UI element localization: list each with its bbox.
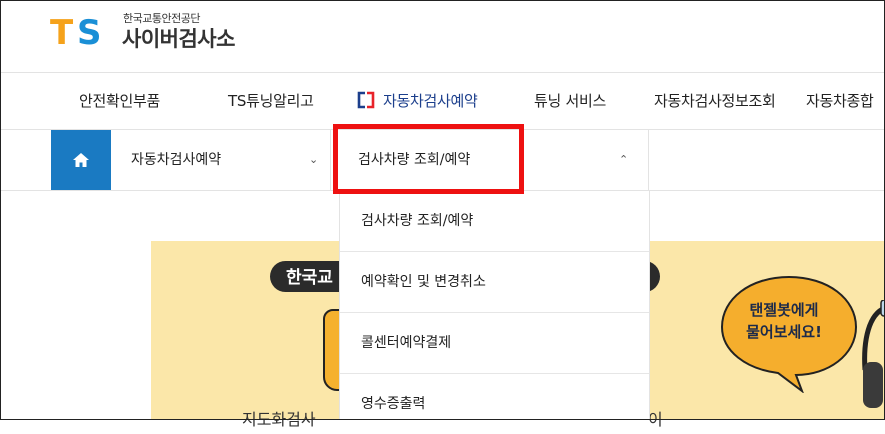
banner-bottom-text: 지도화검사 — [242, 410, 316, 429]
dropdown-item-receipt-print[interactable]: 영수증출력 — [340, 374, 649, 434]
bubble-line-2: 물어보세요! — [746, 323, 822, 341]
dropdown-item-label: 콜센터예약결제 — [361, 335, 452, 351]
gnb-label: 자동차종합 — [806, 92, 874, 110]
breadcrumb-dropdown-menu: 검사차량 조회/예약 예약확인 및 변경취소 콜센터예약결제 영수증출력 — [339, 191, 650, 420]
gnb-item-inspection-reservation[interactable]: 자동차검사예약 — [357, 73, 478, 129]
chatbot-headset-icon — [862, 300, 885, 408]
chevron-down-icon: ⌄ — [309, 153, 319, 166]
dropdown-item-vehicle-lookup[interactable]: 검사차량 조회/예약 — [340, 191, 649, 252]
gnb-item-tuning-service[interactable]: 튜닝 서비스 — [534, 73, 606, 129]
dropdown-item-reservation-change[interactable]: 예약확인 및 변경취소 — [340, 252, 649, 313]
gnb-item-inspection-info[interactable]: 자동차검사정보조회 — [654, 73, 776, 129]
site-name[interactable]: 사이버검사소 — [122, 23, 235, 53]
breadcrumb: 자동차검사예약 ⌄ 검사차량 조회/예약 ⌃ — [0, 130, 885, 191]
dropdown-item-label: 검사차량 조회/예약 — [361, 213, 474, 229]
dropdown-item-label: 예약확인 및 변경취소 — [361, 274, 486, 290]
ts-logo-icon[interactable]: T S — [50, 14, 108, 48]
dropdown-item-callcenter-payment[interactable]: 콜센터예약결제 — [340, 313, 649, 374]
breadcrumb-level1-select[interactable]: 자동차검사예약 ⌄ — [111, 130, 331, 190]
gnb-label: TS튜닝알리고 — [228, 92, 314, 110]
gnb-label: 자동차검사예약 — [383, 92, 478, 110]
global-nav: 안전확인부품 TS튜닝알리고 자동차검사예약 튜닝 서비스 자동차검사정보조회 … — [0, 73, 885, 130]
breadcrumb-level2-label: 검사차량 조회/예약 — [358, 152, 471, 168]
gnb-item-tuning-notice[interactable]: TS튜닝알리고 — [228, 73, 314, 129]
gnb-label: 안전확인부품 — [79, 92, 161, 110]
svg-text:S: S — [77, 14, 102, 48]
bracket-logo-icon — [357, 91, 375, 109]
breadcrumb-level1-label: 자동차검사예약 — [131, 152, 222, 168]
gnb-item-vehicle-general[interactable]: 자동차종합 — [806, 73, 874, 129]
gnb-label: 튜닝 서비스 — [534, 92, 606, 110]
chatbot-bubble-text[interactable]: 탠젤봇에게 물어보세요! — [724, 299, 844, 343]
site-header: T S 한국교통안전공단 사이버검사소 — [0, 0, 885, 73]
gnb-item-safety-parts[interactable]: 안전확인부품 — [79, 73, 160, 129]
gnb-label: 자동차검사정보조회 — [654, 92, 776, 110]
dropdown-item-label: 영수증출력 — [361, 396, 426, 412]
bubble-line-1: 탠젤봇에게 — [749, 301, 819, 319]
chevron-up-icon: ⌃ — [619, 153, 629, 166]
svg-text:T: T — [50, 14, 74, 48]
banner-bottom-text-right: 이 — [648, 410, 663, 429]
banner-title: 한국교 — [286, 268, 333, 288]
home-button[interactable] — [51, 130, 111, 190]
home-icon — [73, 153, 89, 167]
breadcrumb-level2-select[interactable]: 검사차량 조회/예약 ⌃ — [331, 130, 649, 190]
